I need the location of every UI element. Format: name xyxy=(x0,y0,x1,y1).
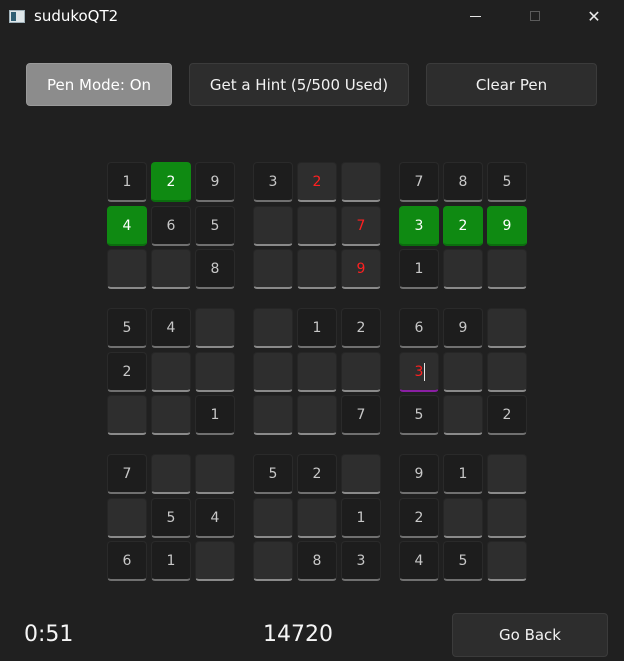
score: 14720 xyxy=(263,622,333,647)
minimize-icon xyxy=(469,15,481,17)
sudoku-cell-r2c4[interactable] xyxy=(253,206,293,246)
sudoku-cell-r3c3[interactable]: 8 xyxy=(195,249,235,289)
sudoku-cell-r4c5[interactable]: 1 xyxy=(297,308,337,348)
sudoku-cell-r3c4[interactable] xyxy=(253,249,293,289)
sudoku-cell-r3c1[interactable] xyxy=(107,249,147,289)
sudoku-cell-r4c3[interactable] xyxy=(195,308,235,348)
sudoku-cell-r7c6[interactable] xyxy=(341,454,381,494)
sudoku-cell-r5c7[interactable]: 3 xyxy=(399,352,439,392)
sudoku-cell-r4c6[interactable]: 2 xyxy=(341,308,381,348)
sudoku-cell-r7c7[interactable]: 9 xyxy=(399,454,439,494)
sudoku-cell-r5c8[interactable] xyxy=(443,352,483,392)
sudoku-cell-r5c2[interactable] xyxy=(151,352,191,392)
maximize-button[interactable] xyxy=(512,0,558,32)
sudoku-cell-r5c1[interactable]: 2 xyxy=(107,352,147,392)
sudoku-cell-r7c3[interactable] xyxy=(195,454,235,494)
sudoku-cell-r8c4[interactable] xyxy=(253,498,293,538)
sudoku-cell-r9c1[interactable]: 6 xyxy=(107,541,147,581)
timer: 0:51 xyxy=(24,622,74,647)
sudoku-cell-r5c3[interactable] xyxy=(195,352,235,392)
sudoku-cell-r9c4[interactable] xyxy=(253,541,293,581)
sudoku-cell-r4c2[interactable]: 4 xyxy=(151,308,191,348)
pen-mode-button[interactable]: Pen Mode: On xyxy=(26,63,172,106)
sudoku-cell-r8c9[interactable] xyxy=(487,498,527,538)
sudoku-cell-r5c4[interactable] xyxy=(253,352,293,392)
sudoku-cell-r6c8[interactable] xyxy=(443,395,483,435)
sudoku-cell-r4c1[interactable]: 5 xyxy=(107,308,147,348)
close-icon: ✕ xyxy=(587,6,601,26)
sudoku-cell-r6c1[interactable] xyxy=(107,395,147,435)
sudoku-cell-r6c4[interactable] xyxy=(253,395,293,435)
sudoku-cell-r6c6[interactable]: 7 xyxy=(341,395,381,435)
sudoku-cell-r6c7[interactable]: 5 xyxy=(399,395,439,435)
sudoku-cell-r4c4[interactable] xyxy=(253,308,293,348)
sudoku-cell-r2c1[interactable]: 4 xyxy=(107,206,147,246)
sudoku-cell-r3c5[interactable] xyxy=(297,249,337,289)
app-icon xyxy=(9,10,25,23)
sudoku-cell-r1c1[interactable]: 1 xyxy=(107,162,147,202)
sudoku-cell-r7c5[interactable]: 2 xyxy=(297,454,337,494)
sudoku-cell-r8c5[interactable] xyxy=(297,498,337,538)
sudoku-cell-r2c9[interactable]: 9 xyxy=(487,206,527,246)
sudoku-cell-r6c9[interactable]: 2 xyxy=(487,395,527,435)
sudoku-cell-r2c8[interactable]: 2 xyxy=(443,206,483,246)
sudoku-cell-r8c7[interactable]: 2 xyxy=(399,498,439,538)
sudoku-cell-r5c6[interactable] xyxy=(341,352,381,392)
sudoku-cell-r2c7[interactable]: 3 xyxy=(399,206,439,246)
clear-pen-button[interactable]: Clear Pen xyxy=(426,63,597,106)
sudoku-cell-r1c2[interactable]: 2 xyxy=(151,162,191,202)
sudoku-cell-r2c3[interactable]: 5 xyxy=(195,206,235,246)
sudoku-cell-r5c5[interactable] xyxy=(297,352,337,392)
sudoku-cell-r7c2[interactable] xyxy=(151,454,191,494)
maximize-icon xyxy=(530,11,540,21)
sudoku-cell-r9c8[interactable]: 5 xyxy=(443,541,483,581)
text-cursor xyxy=(424,363,425,381)
sudoku-cell-r9c7[interactable]: 4 xyxy=(399,541,439,581)
close-button[interactable]: ✕ xyxy=(571,0,617,32)
sudoku-cell-r9c9[interactable] xyxy=(487,541,527,581)
sudoku-cell-r1c3[interactable]: 9 xyxy=(195,162,235,202)
sudoku-cell-r1c9[interactable]: 5 xyxy=(487,162,527,202)
sudoku-cell-r1c5[interactable]: 2 xyxy=(297,162,337,202)
sudoku-cell-r2c2[interactable]: 6 xyxy=(151,206,191,246)
sudoku-cell-r9c2[interactable]: 1 xyxy=(151,541,191,581)
sudoku-cell-r9c3[interactable] xyxy=(195,541,235,581)
sudoku-cell-r3c6[interactable]: 9 xyxy=(341,249,381,289)
hint-button[interactable]: Get a Hint (5/500 Used) xyxy=(189,63,409,106)
window-title: sudukoQT2 xyxy=(34,7,119,25)
sudoku-cell-r4c7[interactable]: 6 xyxy=(399,308,439,348)
sudoku-cell-r1c8[interactable]: 8 xyxy=(443,162,483,202)
sudoku-cell-r7c1[interactable]: 7 xyxy=(107,454,147,494)
sudoku-cell-r6c2[interactable] xyxy=(151,395,191,435)
sudoku-cell-r2c5[interactable] xyxy=(297,206,337,246)
sudoku-cell-r7c4[interactable]: 5 xyxy=(253,454,293,494)
sudoku-cell-r3c8[interactable] xyxy=(443,249,483,289)
sudoku-cell-r6c5[interactable] xyxy=(297,395,337,435)
sudoku-cell-r1c7[interactable]: 7 xyxy=(399,162,439,202)
sudoku-cell-r6c3[interactable]: 1 xyxy=(195,395,235,435)
sudoku-cell-r3c7[interactable]: 1 xyxy=(399,249,439,289)
sudoku-cell-r4c9[interactable] xyxy=(487,308,527,348)
sudoku-cell-r7c8[interactable]: 1 xyxy=(443,454,483,494)
sudoku-cell-r3c9[interactable] xyxy=(487,249,527,289)
sudoku-cell-r2c6[interactable]: 7 xyxy=(341,206,381,246)
sudoku-cell-r9c6[interactable]: 3 xyxy=(341,541,381,581)
sudoku-cell-r5c9[interactable] xyxy=(487,352,527,392)
go-back-button[interactable]: Go Back xyxy=(452,613,608,657)
sudoku-cell-r1c6[interactable] xyxy=(341,162,381,202)
sudoku-cell-r8c2[interactable]: 5 xyxy=(151,498,191,538)
sudoku-cell-r8c1[interactable] xyxy=(107,498,147,538)
sudoku-cell-r9c5[interactable]: 8 xyxy=(297,541,337,581)
sudoku-cell-r8c3[interactable]: 4 xyxy=(195,498,235,538)
sudoku-cell-r7c9[interactable] xyxy=(487,454,527,494)
sudoku-cell-r1c4[interactable]: 3 xyxy=(253,162,293,202)
sudoku-cell-r3c2[interactable] xyxy=(151,249,191,289)
sudoku-cell-r8c8[interactable] xyxy=(443,498,483,538)
title-bar: sudukoQT2 ✕ xyxy=(0,0,624,34)
minimize-button[interactable] xyxy=(452,0,498,32)
sudoku-cell-r8c6[interactable]: 1 xyxy=(341,498,381,538)
sudoku-cell-r4c8[interactable]: 9 xyxy=(443,308,483,348)
